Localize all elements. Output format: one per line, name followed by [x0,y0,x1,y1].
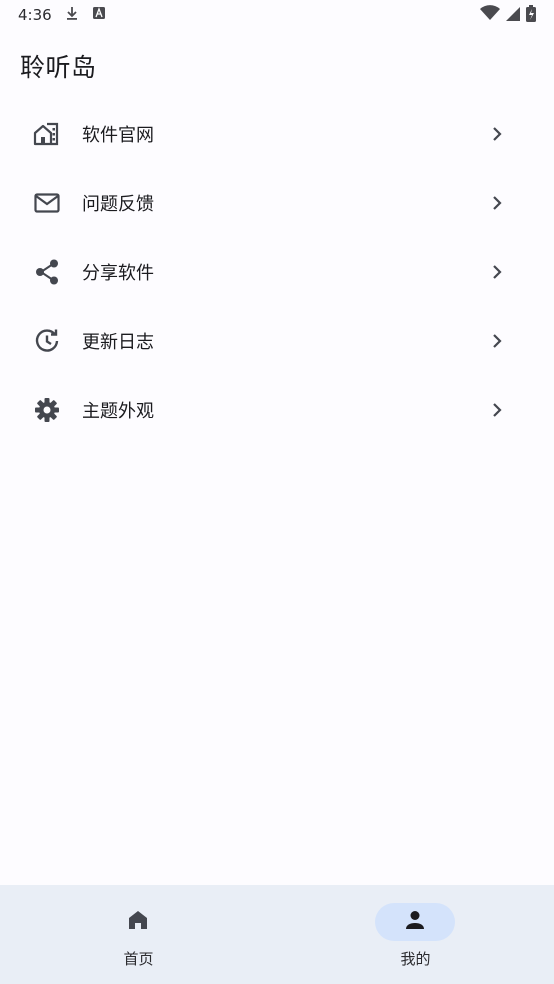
battery-charging-icon [526,4,536,26]
nav-label: 我的 [400,950,431,968]
status-time: 4:36 [18,6,52,24]
home-icon [126,908,150,936]
nav-item-mine[interactable]: 我的 [277,885,554,984]
mail-icon [32,188,62,218]
bottom-navigation: 首页 我的 [0,885,554,984]
status-left: 4:36 [18,5,106,25]
chevron-right-icon [488,263,506,281]
menu-item-label: 更新日志 [82,331,154,353]
font-a-icon [92,6,106,24]
chevron-right-icon [488,401,506,419]
menu-item-label: 主题外观 [82,400,154,422]
history-icon [32,326,62,356]
menu-item-label: 分享软件 [82,262,154,284]
menu-item-feedback[interactable]: 问题反馈 [0,168,554,237]
download-icon [64,5,80,25]
building-icon [32,119,62,149]
nav-label: 首页 [123,950,154,968]
person-icon [403,908,427,936]
wifi-icon [480,5,500,25]
nav-pill-active [375,903,455,941]
menu-item-changelog[interactable]: 更新日志 [0,306,554,375]
chevron-right-icon [488,125,506,143]
menu-item-theme[interactable]: 主题外观 [0,375,554,444]
status-bar: 4:36 [0,0,554,30]
share-icon [32,257,62,287]
chevron-right-icon [488,332,506,350]
chevron-right-icon [488,194,506,212]
menu-item-share[interactable]: 分享软件 [0,237,554,306]
menu-item-label: 软件官网 [82,124,154,146]
nav-item-home[interactable]: 首页 [0,885,277,984]
menu-item-website[interactable]: 软件官网 [0,99,554,168]
gear-icon [32,395,62,425]
page-title: 聆听岛 [20,53,97,82]
status-right [480,4,536,26]
settings-menu: 软件官网 问题反馈 分享软件 更新日志 主题外观 [0,99,554,444]
nav-pill [98,903,178,941]
signal-icon [506,6,520,25]
menu-item-label: 问题反馈 [82,193,154,215]
